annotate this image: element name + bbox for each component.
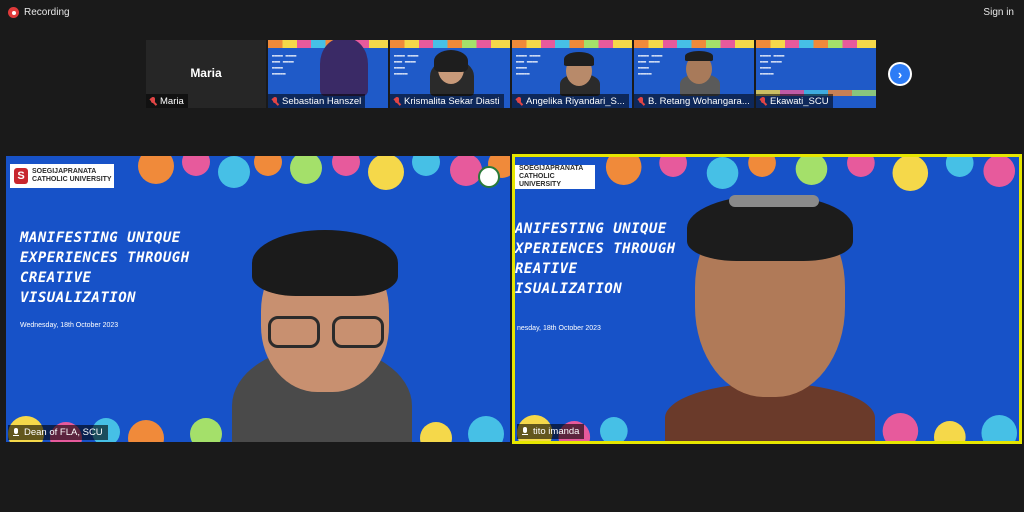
speaker-hair xyxy=(252,230,398,296)
slide-thumbnail-text: ▬▬▬▬ ▬▬▬▬ ▬▬▬ ▬▬▬▬ ▬▬▬▬ ▬▬▬▬▬ xyxy=(516,54,541,77)
slide-decoration xyxy=(634,40,754,48)
speaker-name-bar: Dean of FLA, SCU xyxy=(8,425,108,440)
university-name-line1: SOEGIJAPRANATA xyxy=(519,165,584,172)
participant-name-bar: Krismalita Sekar Diasti xyxy=(390,94,504,108)
mic-icon xyxy=(12,427,20,438)
university-name-line1: SOEGIJAPRANATA xyxy=(32,168,97,175)
university-name-line2: CATHOLIC UNIVERSITY xyxy=(519,173,562,188)
recording-label: Recording xyxy=(24,7,70,18)
participant-tile-sebastian[interactable]: ▬▬▬▬ ▬▬▬▬ ▬▬▬ ▬▬▬▬ ▬▬▬▬ ▬▬▬▬▬ Sebastian Han… xyxy=(268,40,388,108)
glasses-on-head-icon xyxy=(729,195,819,207)
speaker-tile-left[interactable]: S SOEGIJAPRANATA CATHOLIC UNIVERSITY Man… xyxy=(6,156,510,442)
chevron-right-icon: › xyxy=(890,64,910,84)
participant-strip: Maria Maria ▬▬▬▬ ▬▬▬▬ ▬▬▬ ▬▬▬▬ ▬▬▬▬ ▬▬▬▬▬ S… xyxy=(146,40,876,108)
slide-date: Wednesday, 18th October 2023 xyxy=(20,322,119,329)
speaker-name: tito imanda xyxy=(533,426,580,437)
record-icon xyxy=(8,7,19,18)
participant-name: Ekawati_SCU xyxy=(770,95,829,107)
university-logo: S SOEGIJAPRANATA CATHOLIC UNIVERSITY xyxy=(10,164,114,188)
slide-title-line: Manifesting Unique xyxy=(20,230,181,246)
mic-icon xyxy=(521,426,529,437)
mic-muted-icon xyxy=(149,96,157,106)
participant-hair xyxy=(564,52,594,66)
participant-name: B. Retang Wohangara... xyxy=(648,95,750,107)
university-logo: SOEGIJAPRANATA CATHOLIC UNIVERSITY xyxy=(515,165,595,189)
mic-muted-icon xyxy=(393,96,401,106)
glasses-icon xyxy=(332,316,384,348)
mic-muted-icon xyxy=(515,96,523,106)
participant-name: Sebastian Hanszel xyxy=(282,95,362,107)
participant-tile-angelika[interactable]: ▬▬▬▬ ▬▬▬▬ ▬▬▬ ▬▬▬▬ ▬▬▬▬ ▬▬▬▬▬ Angelika Riya… xyxy=(512,40,632,108)
participant-tile-maria[interactable]: Maria Maria xyxy=(146,40,266,108)
slide-decoration xyxy=(756,40,876,48)
slide-title-line: reative xyxy=(515,261,578,277)
sign-in-link[interactable]: Sign in xyxy=(983,7,1014,18)
participant-hair xyxy=(685,51,713,61)
participant-name-bar: Angelika Riyandari_S... xyxy=(512,94,629,108)
next-page-button[interactable]: › xyxy=(888,62,912,86)
participant-name: Maria xyxy=(160,95,184,107)
mic-muted-icon xyxy=(271,96,279,106)
participant-name: Krismalita Sekar Diasti xyxy=(404,95,500,107)
slide-decoration xyxy=(512,40,632,48)
glasses-icon xyxy=(268,316,320,348)
speaker-tile-right-active[interactable]: SOEGIJAPRANATA CATHOLIC UNIVERSITY anife… xyxy=(512,154,1022,444)
slide-thumbnail-text: ▬▬▬▬ ▬▬▬▬ ▬▬▬ ▬▬▬▬ ▬▬▬▬ ▬▬▬▬▬ xyxy=(638,54,663,77)
slide-title-line: Creative xyxy=(20,270,92,286)
university-logo-icon: S xyxy=(14,168,28,184)
slide-title-line: Experiences Through xyxy=(20,250,190,266)
participant-tile-ekawati[interactable]: ▬▬▬▬ ▬▬▬▬ ▬▬▬ ▬▬▬▬ ▬▬▬▬ ▬▬▬▬▬ Ekawati_SCU xyxy=(756,40,876,108)
recording-indicator[interactable]: Recording xyxy=(8,7,70,18)
slide-title-line: xperiences Through xyxy=(515,241,676,257)
speaker-name: Dean of FLA, SCU xyxy=(24,427,103,438)
slide-date: nesday, 18th October 2023 xyxy=(517,325,601,332)
participant-name: Angelika Riyandari_S... xyxy=(526,95,625,107)
participant-name-bar: Ekawati_SCU xyxy=(756,94,833,108)
slide-title-line: isualization xyxy=(515,281,623,297)
mic-muted-icon xyxy=(637,96,645,106)
participant-name-bar: Sebastian Hanszel xyxy=(268,94,366,108)
participant-tile-krismalita[interactable]: ▬▬▬▬ ▬▬▬▬ ▬▬▬ ▬▬▬▬ ▬▬▬▬ ▬▬▬▬▬ Krismalita Se… xyxy=(390,40,510,108)
speaker-name-bar: tito imanda xyxy=(517,424,585,439)
university-seal-icon xyxy=(478,166,500,188)
participant-display-name: Maria xyxy=(190,66,222,80)
top-bar: Recording Sign in xyxy=(0,0,1024,28)
slide-title-line: anifesting Unique xyxy=(515,221,667,237)
slide-title-line: Visualization xyxy=(20,290,137,306)
slide-thumbnail-text: ▬▬▬▬ ▬▬▬▬ ▬▬▬ ▬▬▬▬ ▬▬▬▬ ▬▬▬▬▬ xyxy=(272,54,297,77)
slide-title: anifesting Unique xperiences Through rea… xyxy=(515,219,676,299)
university-name-line2: CATHOLIC UNIVERSITY xyxy=(32,176,112,183)
participant-name-bar: Maria xyxy=(146,94,188,108)
participant-tile-retang[interactable]: ▬▬▬▬ ▬▬▬▬ ▬▬▬ ▬▬▬▬ ▬▬▬▬ ▬▬▬▬▬ B. Retang Woh… xyxy=(634,40,754,108)
slide-title: Manifesting Unique Experiences Through C… xyxy=(20,228,190,308)
slide-thumbnail-text: ▬▬▬▬ ▬▬▬▬ ▬▬▬ ▬▬▬▬ ▬▬▬▬ ▬▬▬▬▬ xyxy=(760,54,785,77)
participant-name-bar: B. Retang Wohangara... xyxy=(634,94,754,108)
mic-muted-icon xyxy=(759,96,767,106)
participant-video xyxy=(320,40,368,96)
slide-decoration xyxy=(390,40,510,48)
participant-hair xyxy=(434,50,468,72)
